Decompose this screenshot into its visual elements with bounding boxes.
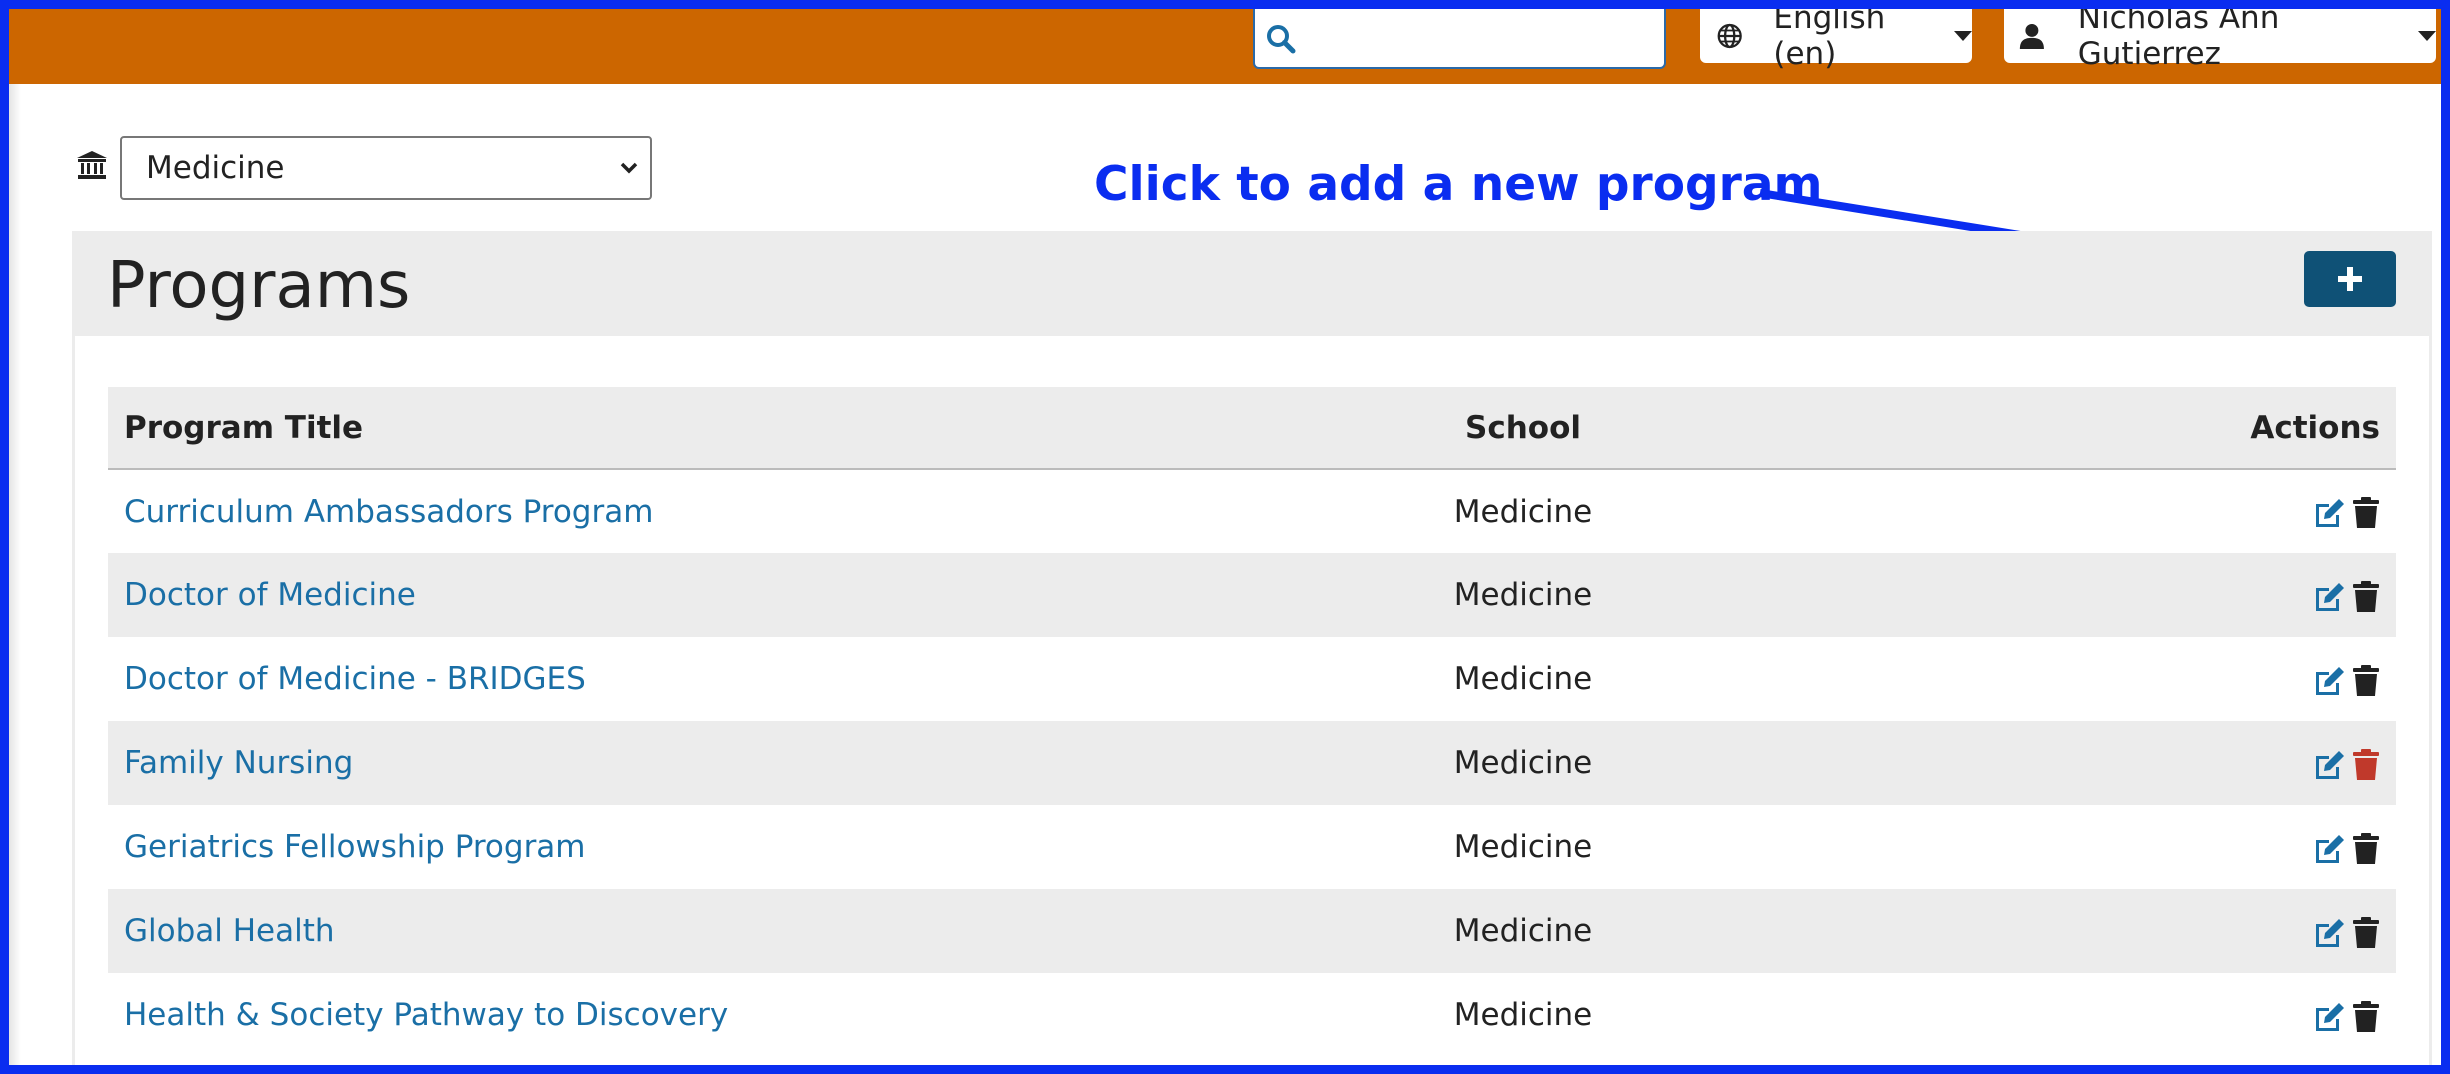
trash-icon[interactable]	[2352, 832, 2380, 865]
page-edge-shadow	[9, 84, 21, 1065]
chevron-down-icon	[2418, 31, 2436, 41]
language-label: English (en)	[1773, 0, 1886, 72]
trash-icon[interactable]	[2352, 497, 2380, 529]
program-school-cell: Medicine	[1138, 637, 1908, 721]
program-actions-cell	[1908, 805, 2396, 889]
language-dropdown[interactable]: English (en)	[1700, 0, 1972, 72]
edit-icon[interactable]	[2312, 833, 2346, 865]
chevron-down-icon	[620, 162, 638, 174]
program-school-cell: Medicine	[1138, 469, 1908, 553]
card-border	[72, 336, 75, 1065]
program-actions-cell	[1908, 889, 2396, 973]
program-actions-cell	[1908, 637, 2396, 721]
program-title-cell: Geriatrics Fellowship Program	[108, 805, 1138, 889]
table-row: Family Nursing Medicine	[108, 721, 2396, 805]
program-link[interactable]: Doctor of Medicine - BRIDGES	[124, 661, 586, 697]
globe-icon	[1717, 23, 1742, 49]
column-header-school[interactable]: School	[1138, 387, 1908, 470]
institution-icon	[77, 151, 107, 179]
program-title-cell: Global Health	[108, 889, 1138, 973]
program-actions-cell	[1908, 973, 2396, 1057]
page-title: Programs	[107, 249, 411, 323]
program-title-cell: Doctor of Medicine - BRIDGES	[108, 637, 1138, 721]
user-menu[interactable]: Nicholas Ann Gutierrez	[2004, 0, 2436, 72]
program-school-cell: Medicine	[1138, 805, 1908, 889]
table-row: Doctor of Medicine - BRIDGES Medicine	[108, 637, 2396, 721]
program-title-cell: Health & Society Pathway to Discovery	[108, 973, 1138, 1057]
program-link[interactable]: Global Health	[124, 913, 335, 949]
program-actions-cell	[1908, 553, 2396, 637]
edit-icon[interactable]	[2312, 749, 2346, 781]
search-input[interactable]	[1307, 17, 1651, 59]
program-title-cell: Curriculum Ambassadors Program	[108, 469, 1138, 553]
program-school-cell: Medicine	[1138, 889, 1908, 973]
edit-icon[interactable]	[2312, 1001, 2346, 1033]
programs-table: Program Title School Actions Curriculum …	[108, 387, 2396, 1057]
program-link[interactable]: Geriatrics Fellowship Program	[124, 829, 586, 865]
user-icon	[2019, 23, 2044, 49]
program-title-cell: Doctor of Medicine	[108, 553, 1138, 637]
add-program-button[interactable]	[2304, 251, 2396, 307]
school-select-value: Medicine	[146, 150, 285, 186]
chevron-down-icon	[1954, 31, 1972, 41]
column-header-program-title[interactable]: Program Title	[108, 387, 1138, 470]
trash-icon[interactable]	[2352, 1000, 2380, 1033]
programs-header-bar	[72, 231, 2432, 336]
program-actions-cell	[1908, 469, 2396, 553]
edit-icon[interactable]	[2312, 917, 2346, 949]
program-school-cell: Medicine	[1138, 553, 1908, 637]
plus-icon	[2338, 267, 2362, 291]
trash-icon[interactable]	[2352, 664, 2380, 697]
program-title-cell: Family Nursing	[108, 721, 1138, 805]
program-school-cell: Medicine	[1138, 973, 1908, 1057]
program-link[interactable]: Health & Society Pathway to Discovery	[124, 997, 728, 1033]
edit-icon[interactable]	[2312, 665, 2346, 697]
edit-icon[interactable]	[2312, 497, 2346, 529]
edit-icon[interactable]	[2312, 581, 2346, 613]
search-icon	[1267, 25, 1296, 54]
table-row: Curriculum Ambassadors Program Medicine	[108, 469, 2396, 553]
program-school-cell: Medicine	[1138, 721, 1908, 805]
trash-icon[interactable]	[2352, 748, 2380, 781]
table-header-row: Program Title School Actions	[108, 387, 2396, 470]
user-name: Nicholas Ann Gutierrez	[2077, 0, 2280, 72]
table-row: Doctor of Medicine Medicine	[108, 553, 2396, 637]
table-row: Global Health Medicine	[108, 889, 2396, 973]
program-actions-cell	[1908, 721, 2396, 805]
trash-icon[interactable]	[2352, 916, 2380, 949]
search-field[interactable]	[1253, 9, 1666, 69]
column-header-actions: Actions	[1908, 387, 2396, 470]
program-link[interactable]: Family Nursing	[124, 745, 353, 781]
card-border	[2429, 336, 2432, 1065]
program-link[interactable]: Curriculum Ambassadors Program	[124, 494, 653, 530]
trash-icon[interactable]	[2352, 580, 2380, 613]
program-link[interactable]: Doctor of Medicine	[124, 577, 416, 613]
table-row: Geriatrics Fellowship Program Medicine	[108, 805, 2396, 889]
school-select[interactable]: Medicine	[120, 136, 652, 200]
table-row: Health & Society Pathway to Discovery Med…	[108, 973, 2396, 1057]
